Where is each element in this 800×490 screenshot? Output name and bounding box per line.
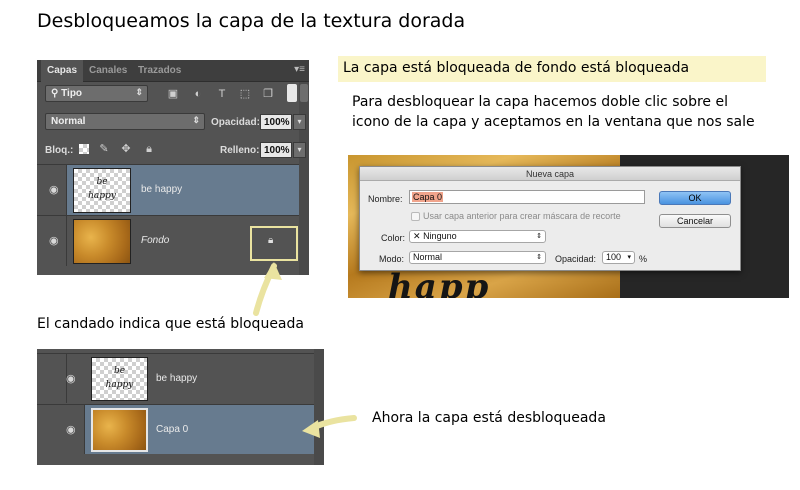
opacity-label: Opacidad:: [555, 254, 597, 264]
background-text: happ: [388, 267, 491, 298]
tab-canales[interactable]: Canales: [89, 65, 127, 76]
panel-tabs: Capas Canales Trazados ▾≡: [37, 60, 309, 82]
chevron-down-icon[interactable]: ▾: [293, 142, 306, 158]
opacity-select[interactable]: 100 ▾: [602, 251, 635, 264]
note-highlight: La capa está bloqueada de fondo está blo…: [338, 56, 766, 82]
updown-icon: ⇕: [536, 233, 542, 240]
opacity-label: Opacidad:: [211, 117, 260, 128]
ok-button[interactable]: OK: [659, 191, 731, 205]
mode-label: Modo:: [379, 254, 405, 264]
layer-name: Fondo: [141, 235, 170, 246]
lock-caption: El candado indica que está bloqueada: [37, 316, 304, 332]
unlocked-caption: Ahora la capa está desbloqueada: [372, 410, 606, 426]
color-select[interactable]: ✕ Ninguno ⇕: [409, 230, 546, 243]
search-icon: ⚲: [51, 88, 59, 99]
layer-name: be happy: [156, 373, 198, 384]
cancel-button[interactable]: Cancelar: [659, 214, 731, 228]
lock-icon[interactable]: 🔒︎: [142, 142, 156, 156]
panel-menu-icon[interactable]: ▾≡: [294, 64, 305, 75]
chevron-down-icon: ▾: [627, 254, 631, 261]
layer-thumbnail: be happy: [73, 168, 131, 213]
layer-thumbnail[interactable]: [91, 408, 148, 452]
mode-select[interactable]: Normal ⇕: [409, 251, 546, 264]
smartobject-filter-icon[interactable]: ❐: [261, 87, 275, 101]
dialog-title: Nueva capa: [360, 167, 740, 181]
eye-icon[interactable]: ◉: [66, 372, 76, 385]
filter-select[interactable]: ⚲ Tipo ⇕: [45, 85, 148, 102]
move-icon[interactable]: ✥: [119, 142, 133, 156]
tab-trazados[interactable]: Trazados: [138, 65, 181, 76]
layer-thumbnail[interactable]: [73, 219, 131, 264]
updown-icon: ⇕: [536, 254, 542, 261]
color-label: Color:: [381, 233, 406, 243]
chevron-down-icon[interactable]: ▾: [293, 114, 306, 130]
scrollbar[interactable]: [299, 82, 309, 275]
updown-icon: ⇕: [135, 87, 143, 97]
eye-icon[interactable]: ◉: [49, 183, 59, 196]
lock-highlight: [250, 226, 298, 261]
brush-icon[interactable]: ✎: [97, 142, 111, 156]
new-layer-dialog: Nueva capa Nombre: Capa 0 Usar capa ante…: [359, 166, 741, 271]
percent-label: %: [639, 254, 648, 264]
layer-name: Capa 0: [156, 424, 189, 435]
lock-transparency-icon[interactable]: [79, 144, 89, 154]
clipping-mask-checkbox[interactable]: [411, 212, 420, 221]
layer-row-be-happy[interactable]: ◉ be happy be happy: [37, 353, 314, 403]
blend-mode-select[interactable]: Normal ⇕: [45, 113, 205, 130]
adjustment-filter-icon[interactable]: ◐: [191, 87, 205, 101]
dialog-screenshot: happ Nueva capa Nombre: Capa 0 Usar capa…: [348, 155, 789, 298]
type-filter-icon[interactable]: T: [215, 87, 229, 101]
layer-row-be-happy[interactable]: ◉ be happy be happy: [37, 164, 299, 215]
updown-icon: ⇕: [192, 115, 200, 125]
fill-input[interactable]: 100%: [260, 142, 292, 158]
name-label: Nombre:: [368, 194, 403, 204]
layer-row-capa-0[interactable]: ◉ Capa 0: [37, 404, 314, 454]
close-icon: ✕: [413, 231, 421, 241]
shape-filter-icon[interactable]: ⬚: [238, 87, 252, 101]
instructions-text: Para desbloquear la capa hacemos doble c…: [352, 94, 755, 130]
name-field[interactable]: Capa 0: [409, 190, 645, 204]
opacity-input[interactable]: 100%: [260, 114, 292, 130]
fill-label: Relleno:: [220, 145, 260, 156]
eye-icon[interactable]: ◉: [49, 234, 59, 247]
layers-panel-unlocked: ◉ be happy be happy ◉ Capa 0: [37, 349, 324, 465]
layer-thumbnail: be happy: [91, 357, 148, 401]
eye-icon[interactable]: ◉: [66, 423, 76, 436]
lock-label: Bloq.:: [45, 145, 74, 156]
scrollbar[interactable]: [314, 349, 324, 465]
checkbox-label: Usar capa anterior para crear máscara de…: [423, 211, 621, 221]
image-filter-icon[interactable]: ▣: [166, 87, 180, 101]
filter-toggle[interactable]: [287, 84, 297, 102]
page-title: Desbloqueamos la capa de la textura dora…: [37, 10, 466, 32]
tab-capas[interactable]: Capas: [47, 65, 77, 76]
layer-name: be happy: [141, 184, 183, 195]
